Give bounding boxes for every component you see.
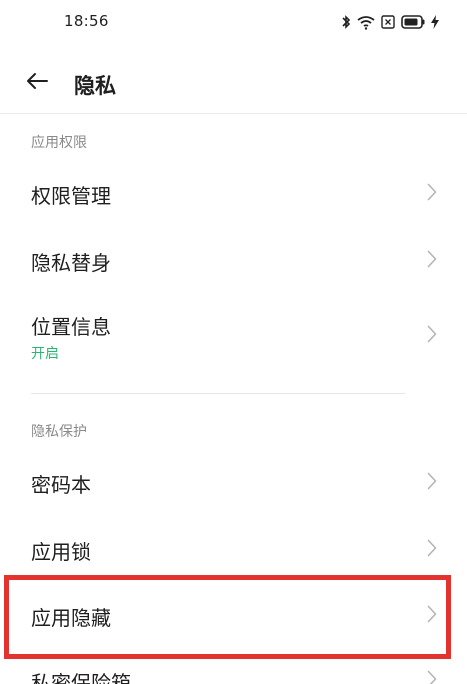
status-icons (341, 12, 439, 32)
list-item-location-info[interactable]: 位置信息 开启 (0, 292, 467, 378)
list-item-app-hide[interactable]: 应用隐藏 (0, 581, 467, 653)
navigation-bar: 隐私 (0, 58, 467, 108)
chevron-right-icon (427, 250, 437, 268)
bluetooth-icon (341, 14, 351, 30)
list-item-label: 应用隐藏 (31, 606, 111, 630)
sim-icon (381, 15, 395, 29)
list-item-permission-management[interactable]: 权限管理 (0, 158, 467, 226)
list-item-private-safe[interactable]: 私密保险箱 (0, 653, 467, 684)
list-item-label: 权限管理 (31, 184, 111, 208)
list-item-label: 隐私替身 (31, 251, 111, 275)
section-header-app-permissions: 应用权限 (31, 135, 87, 151)
list-item-app-lock[interactable]: 应用锁 (0, 515, 467, 581)
battery-icon (401, 15, 425, 29)
wifi-icon (357, 15, 375, 30)
chevron-right-icon (427, 325, 437, 343)
status-bar: 18:56 (0, 0, 467, 44)
back-arrow-icon (25, 72, 49, 94)
chevron-right-icon (427, 472, 437, 490)
charging-icon (431, 15, 439, 29)
chevron-right-icon (427, 539, 437, 557)
page-title: 隐私 (74, 74, 116, 98)
list-item-label: 应用锁 (31, 540, 91, 564)
section-header-privacy-protection: 隐私保护 (31, 424, 87, 440)
chevron-right-icon (427, 183, 437, 201)
status-time: 18:56 (64, 12, 109, 30)
chevron-right-icon (427, 605, 437, 623)
list-item-privacy-substitute[interactable]: 隐私替身 (0, 226, 467, 292)
section-divider (31, 393, 405, 394)
location-status-text: 开启 (31, 346, 59, 362)
header-divider (0, 113, 467, 114)
list-item-password-book[interactable]: 密码本 (0, 447, 467, 515)
back-button[interactable] (20, 68, 54, 98)
list-item-label: 位置信息 (31, 315, 111, 339)
list-item-label: 私密保险箱 (31, 671, 131, 684)
chevron-right-icon (427, 670, 437, 684)
list-item-label: 密码本 (31, 473, 91, 497)
